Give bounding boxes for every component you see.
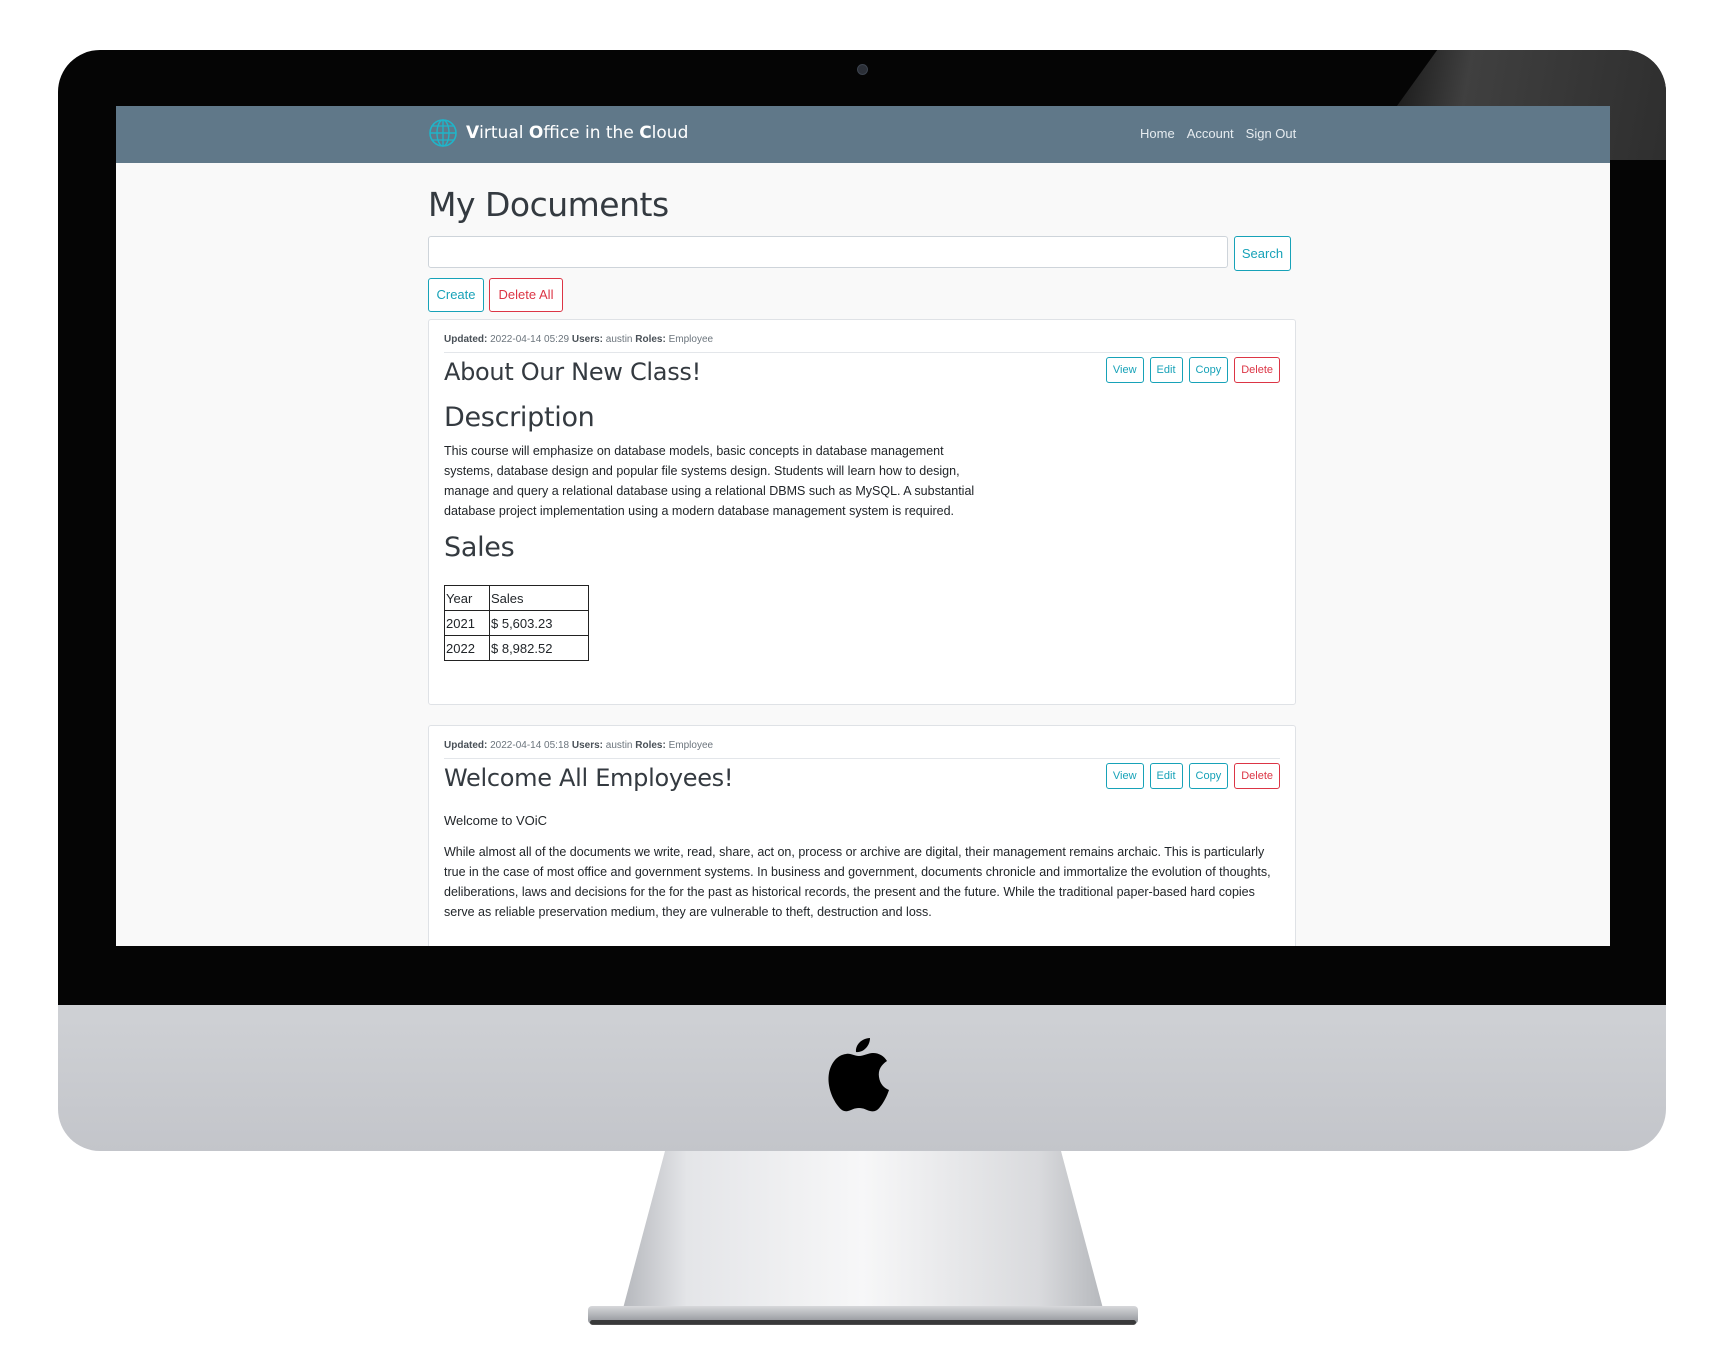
- navbar: Virtual Office in the Cloud Home Account…: [116, 106, 1610, 163]
- document-body: While almost all of the documents we wri…: [444, 845, 1271, 919]
- delete-button[interactable]: Delete: [1234, 357, 1280, 383]
- table-header-cell: Sales: [489, 585, 589, 611]
- document-card: Updated: 2022-04-14 05:18 Users: austin …: [428, 725, 1296, 946]
- monitor-stand: [621, 1151, 1105, 1316]
- view-button[interactable]: View: [1105, 763, 1144, 789]
- globe-icon: [429, 119, 457, 147]
- main-container: My Documents Search Create Delete All Up…: [428, 163, 1296, 946]
- nav-home-link[interactable]: Home: [1140, 126, 1175, 141]
- view-button[interactable]: View: [1105, 357, 1144, 383]
- delete-all-button[interactable]: Delete All: [489, 278, 563, 312]
- edit-button[interactable]: Edit: [1149, 763, 1183, 789]
- edit-button[interactable]: Edit: [1149, 357, 1183, 383]
- section-heading-description: Description: [444, 402, 595, 433]
- monitor-foot-shadow: [590, 1320, 1136, 1325]
- create-button[interactable]: Create: [428, 278, 484, 312]
- screen: Virtual Office in the Cloud Home Account…: [116, 106, 1610, 946]
- brand[interactable]: Virtual Office in the Cloud: [428, 118, 688, 148]
- search-row: Search: [428, 236, 1296, 272]
- search-button[interactable]: Search: [1234, 236, 1291, 271]
- brand-name: Virtual Office in the Cloud: [466, 123, 689, 143]
- table-row: Year Sales: [444, 585, 589, 611]
- document-intro: Welcome to VOiC: [444, 813, 548, 828]
- delete-button[interactable]: Delete: [1234, 763, 1280, 789]
- table-cell: 2021: [444, 610, 490, 636]
- apple-logo-icon: [828, 1038, 889, 1112]
- nav-signout-link[interactable]: Sign Out: [1246, 126, 1297, 141]
- document-card: Updated: 2022-04-14 05:29 Users: austin …: [428, 319, 1296, 705]
- document-actions: View Edit Copy Delete: [1100, 763, 1280, 789]
- table-row: 2022 $ 8,982.52: [444, 635, 589, 661]
- copy-button[interactable]: Copy: [1188, 357, 1229, 383]
- divider: [444, 758, 1280, 759]
- sales-table: Year Sales 2021 $ 5,603.23 2022 $ 8,982.…: [444, 585, 589, 661]
- copy-button[interactable]: Copy: [1188, 763, 1229, 789]
- table-cell: $ 5,603.23: [489, 610, 589, 636]
- document-title: About Our New Class!: [444, 358, 701, 386]
- document-meta: Updated: 2022-04-14 05:18 Users: austin …: [444, 740, 714, 751]
- document-meta: Updated: 2022-04-14 05:29 Users: austin …: [444, 334, 714, 345]
- section-heading-sales: Sales: [444, 532, 515, 563]
- table-header-cell: Year: [444, 585, 490, 611]
- table-cell: $ 8,982.52: [489, 635, 589, 661]
- document-actions: View Edit Copy Delete: [1100, 357, 1280, 383]
- nav-links: Home Account Sign Out: [1140, 126, 1308, 141]
- divider: [444, 352, 1280, 353]
- page-title: My Documents: [428, 185, 669, 224]
- nav-account-link[interactable]: Account: [1187, 126, 1234, 141]
- table-row: 2021 $ 5,603.23: [444, 610, 589, 636]
- table-cell: 2022: [444, 635, 490, 661]
- search-input[interactable]: [428, 236, 1228, 268]
- camera-icon: [857, 64, 868, 75]
- document-title: Welcome All Employees!: [444, 764, 734, 792]
- description-text: This course will emphasize on database m…: [444, 444, 975, 518]
